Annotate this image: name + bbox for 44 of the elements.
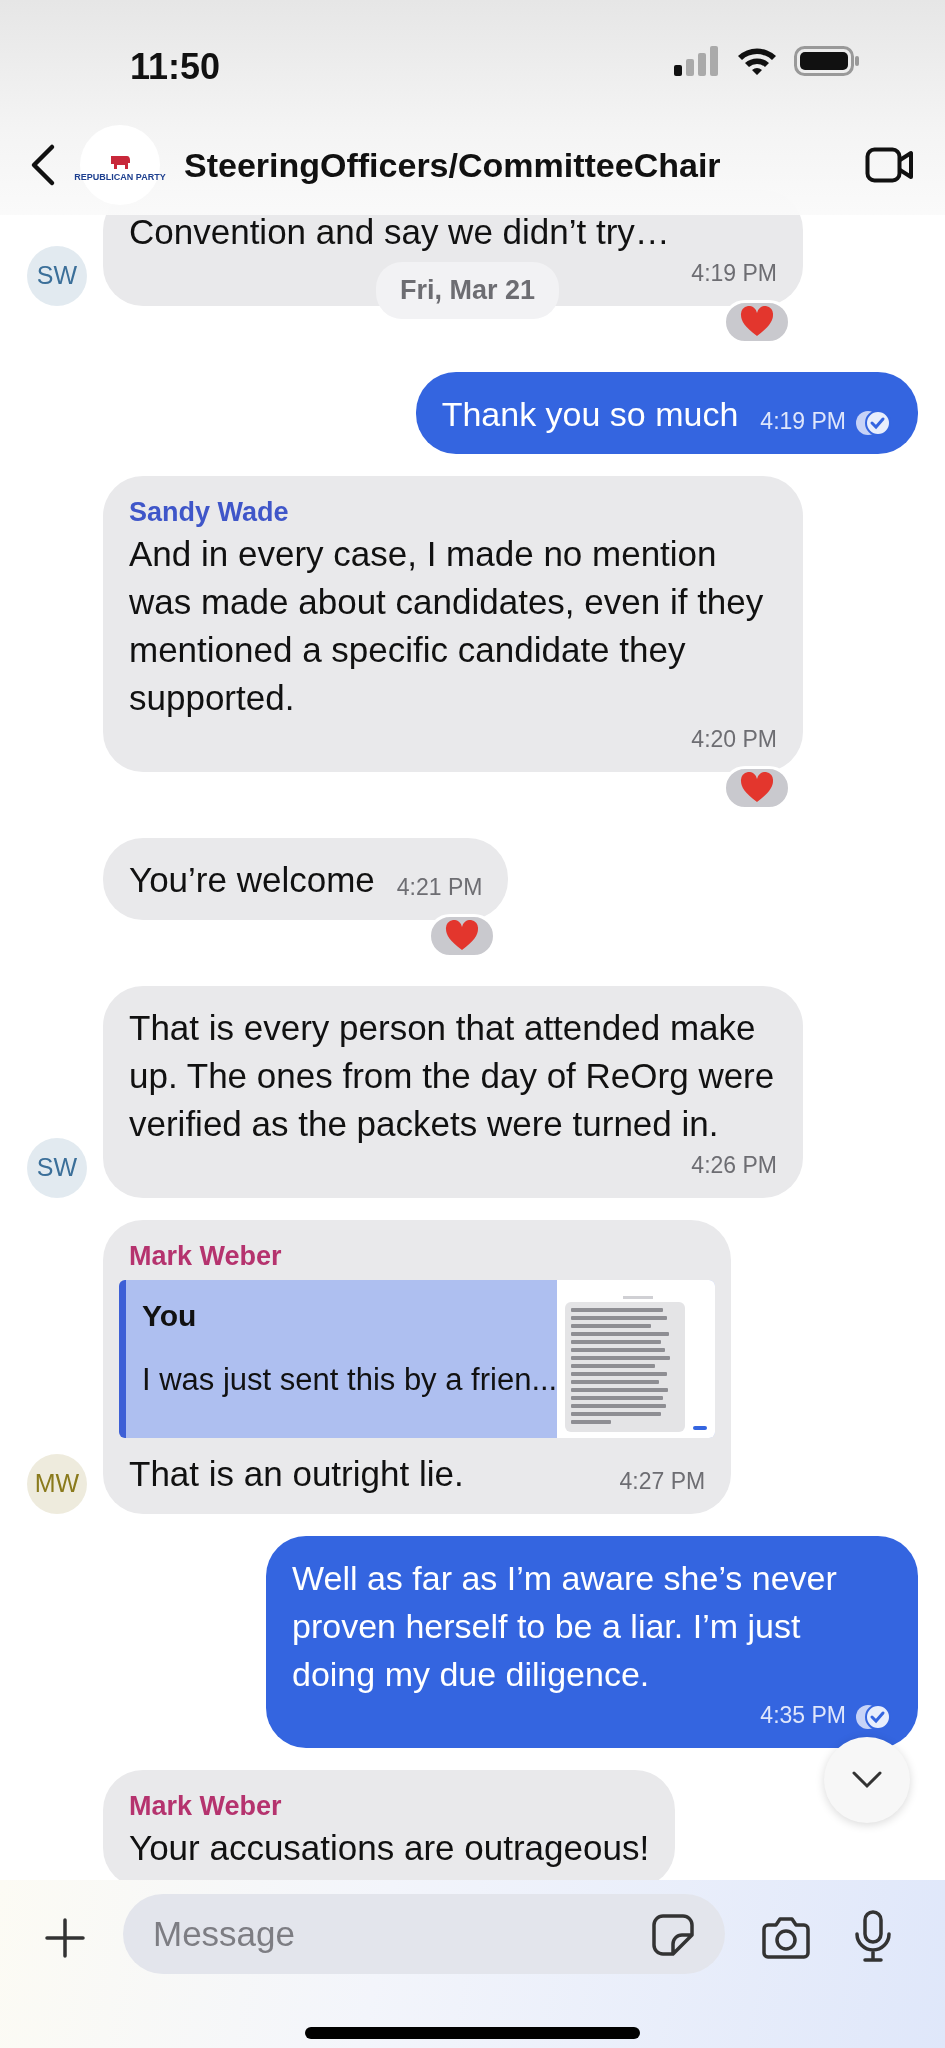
message-time: 4:20 PM [691, 725, 777, 754]
quote-text: I was just sent this by a frien... [142, 1361, 558, 1399]
message-time: 4:26 PM [691, 1151, 777, 1180]
battery-icon [794, 46, 860, 76]
quote-author: You [142, 1298, 198, 1334]
message-text: You’re welcome [129, 859, 375, 901]
microphone-button[interactable] [853, 1910, 893, 1962]
chat-title: SteeringOfficers/CommitteeChair [184, 144, 722, 186]
message-text: Convention and say we didn’t try… [129, 211, 670, 253]
add-button[interactable] [45, 1918, 85, 1958]
chevron-down-icon [851, 1770, 883, 1790]
sender-name: Mark Weber [129, 1790, 283, 1823]
heart-icon [739, 772, 775, 804]
message-text: Well as far as I’m aware she’s never proven herself to be a liar. I’m just doing my due diligence. [292, 1558, 838, 1695]
signal-icon [674, 46, 720, 76]
message-time: 4:21 PM [396, 873, 483, 902]
message-time: 4:35 PM [760, 1701, 846, 1730]
message-time: 4:19 PM [691, 259, 777, 288]
wifi-icon [736, 46, 778, 76]
message-time: 4:19 PM [760, 407, 846, 436]
heart-icon [739, 306, 775, 338]
video-call-button[interactable] [865, 147, 915, 183]
sender-name: Mark Weber [129, 1240, 283, 1273]
message-field[interactable]: Message [123, 1894, 725, 1974]
message-time: 4:27 PM [619, 1467, 706, 1496]
date-separator: Fri, Mar 21 [376, 262, 560, 319]
message-text: Your accusations are outrageous! [129, 1827, 650, 1869]
avatar: SW [27, 246, 87, 306]
message-text: That is every person that attended make up. The ones from the day of ReOrg were verified as the packets were turned in. [129, 1007, 776, 1145]
heart-icon [444, 920, 481, 952]
avatar: MW [27, 1454, 87, 1514]
scroll-down-button[interactable] [824, 1737, 910, 1823]
sticker-button[interactable] [651, 1913, 695, 1957]
back-button[interactable] [30, 143, 56, 187]
sender-name: Sandy Wade [129, 496, 290, 529]
message-text: That is an outright lie. [129, 1453, 464, 1495]
message-text: Thank you so much [441, 394, 739, 435]
message-field[interactable]: Message [151, 1906, 631, 1962]
logo-text: REPUBLICAN PARTY [74, 172, 166, 182]
message-text: And in every case, I made no mention was made about candidates, even if they mentioned a specific candidate they supported. [129, 533, 765, 719]
quoted-message[interactable]: You I was just sent this by a frien... [119, 1280, 716, 1438]
status-time: 11:50 [130, 45, 221, 89]
camera-button[interactable] [762, 1915, 810, 1959]
avatar: SW [27, 1138, 87, 1198]
